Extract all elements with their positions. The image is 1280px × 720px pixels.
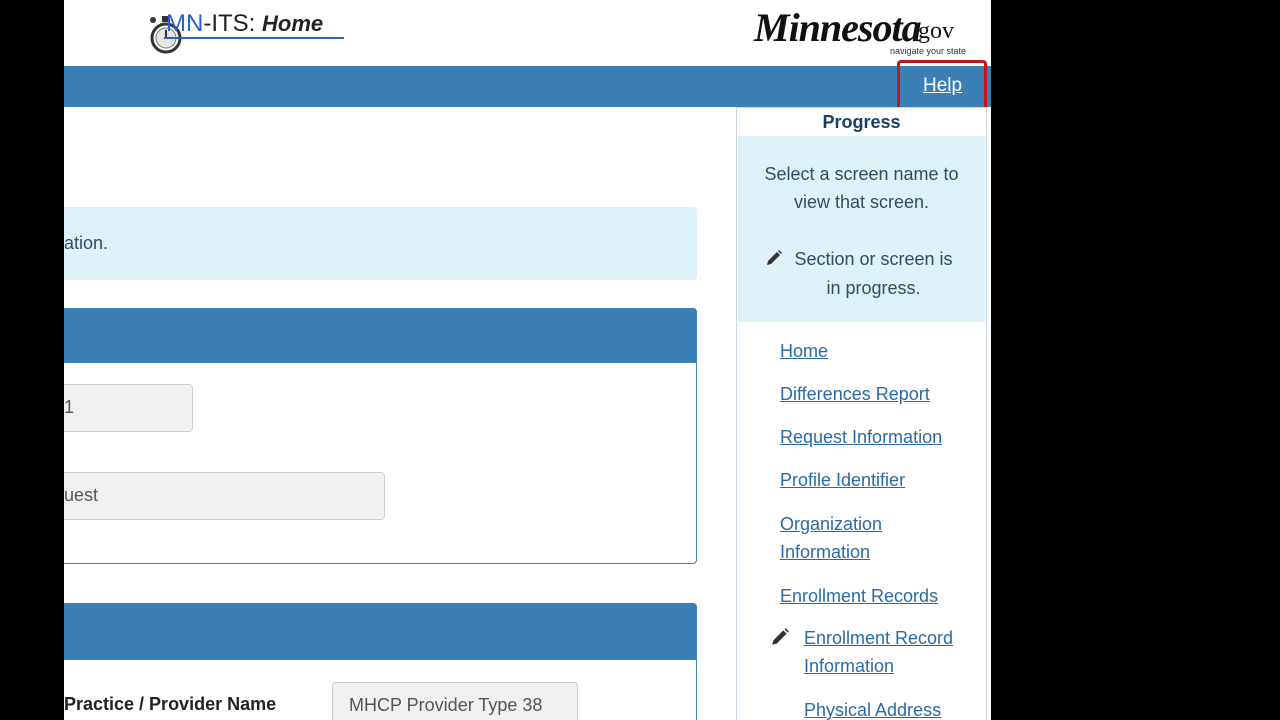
- sidebar-link-enrollment-records[interactable]: Enrollment Records: [780, 582, 938, 610]
- top-nav-bar: [64, 66, 991, 107]
- practice-provider-name-label: Practice / Provider Name: [64, 694, 277, 714]
- app-title-suffix: -ITS:: [203, 10, 262, 37]
- title-underline: [164, 37, 344, 39]
- sidebar-link-physical-address[interactable]: Physical Address: [804, 696, 941, 720]
- app-title[interactable]: MN-ITS: Home: [166, 10, 323, 38]
- app-title-home: Home: [262, 11, 324, 36]
- section-header-2: [64, 603, 697, 660]
- sidebar-link-enrollment-record-information[interactable]: Enrollment Record Information: [804, 624, 979, 680]
- info-banner: [64, 207, 697, 280]
- app-title-prefix: MN: [166, 10, 204, 37]
- section-header-1: [64, 308, 697, 363]
- progress-sidebar: Progress Select a screen name to view th…: [736, 107, 987, 720]
- practice-provider-name-field[interactable]: MHCP Provider Type 38: [332, 682, 578, 720]
- progress-title: Progress: [822, 112, 901, 132]
- page: MN-ITS: Home Minnesota .gov navigate you…: [64, 0, 991, 720]
- info-banner-text: ation.: [64, 233, 109, 253]
- minnesota-logo-text: Minnesota: [754, 5, 922, 50]
- sidebar-link-profile-identifier[interactable]: Profile Identifier: [780, 466, 905, 494]
- progress-info-instructions: Select a screen name to view that screen…: [738, 160, 985, 216]
- sidebar-link-home[interactable]: Home: [780, 337, 828, 365]
- read-only-field-2[interactable]: uest: [64, 472, 385, 520]
- logo-tagline: navigate your state: [890, 46, 967, 56]
- sidebar-link-organization-information[interactable]: Organization Information: [780, 510, 930, 566]
- sidebar-link-differences-report[interactable]: Differences Report: [780, 380, 930, 408]
- progress-info-legend-text: Section or screen is in progress.: [794, 249, 953, 298]
- read-only-field-1[interactable]: 1: [64, 384, 193, 432]
- header: MN-ITS: Home Minnesota .gov navigate you…: [64, 0, 991, 66]
- help-link[interactable]: Help: [923, 75, 962, 97]
- minnesota-gov-logo[interactable]: Minnesota .gov navigate your state: [754, 4, 974, 60]
- pencil-icon: [766, 250, 782, 265]
- progress-info-instructions-text: Select a screen name to view that screen…: [764, 164, 959, 212]
- gov-logo-text: .gov: [912, 18, 954, 44]
- progress-info-legend: Section or screen is in progress.: [738, 245, 985, 303]
- progress-info-box: Select a screen name to view that screen…: [738, 136, 985, 322]
- sidebar-link-request-information[interactable]: Request Information: [780, 423, 942, 451]
- pencil-icon: [772, 628, 789, 645]
